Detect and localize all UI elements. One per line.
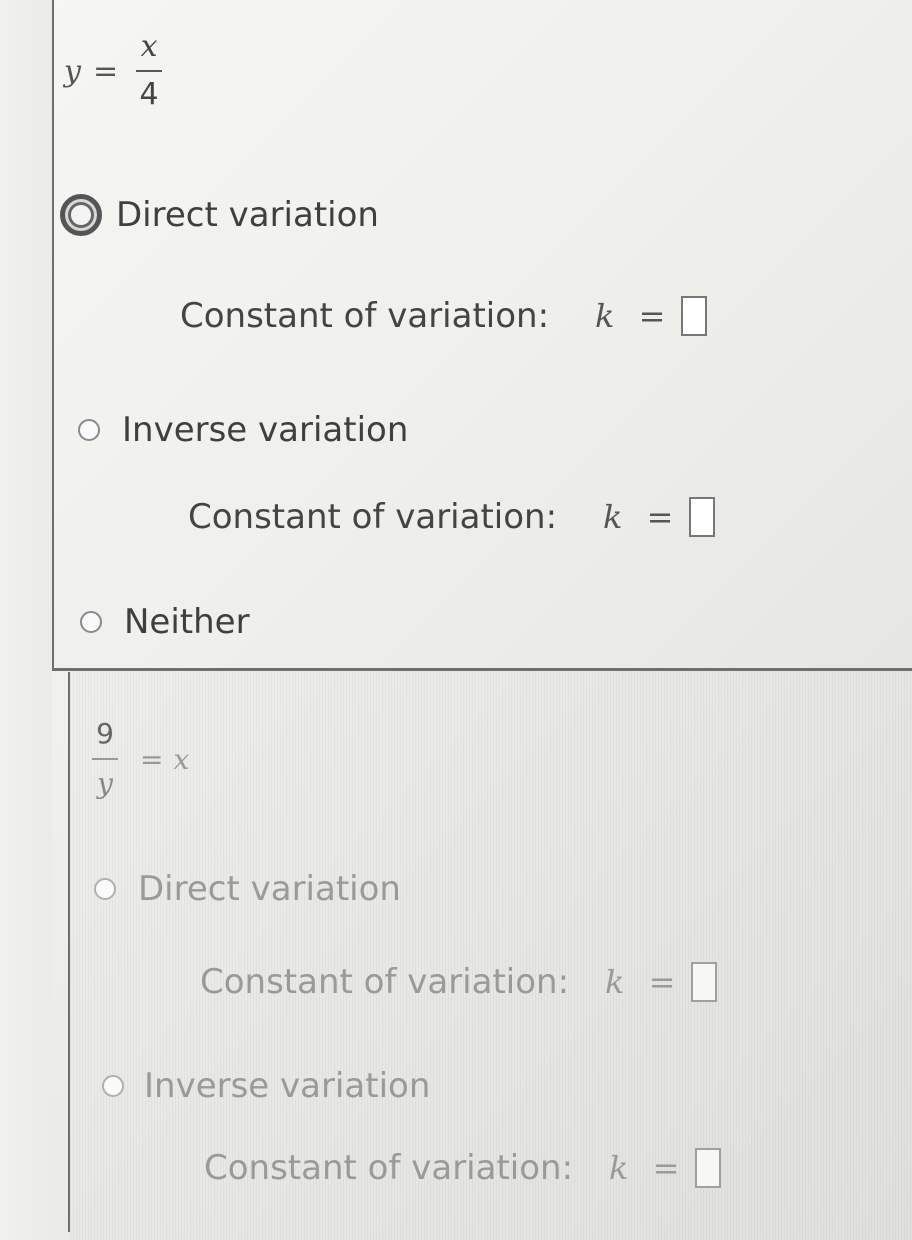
fraction-bar <box>92 758 118 760</box>
equation-1-lhs: y <box>64 53 81 89</box>
k-symbol: k <box>595 297 615 335</box>
option-direct-variation-2[interactable]: Direct variation <box>94 869 401 909</box>
radio-button[interactable] <box>94 878 116 900</box>
constant-label: Constant of variation: <box>188 497 558 537</box>
k-answer-input[interactable] <box>691 962 718 1002</box>
k-answer-input[interactable] <box>695 1148 722 1188</box>
option-neither-1[interactable]: Neither <box>80 602 250 642</box>
equation-2-fraction: 9 y <box>92 718 118 800</box>
equation-2-equals: = <box>140 742 164 776</box>
k-symbol: k <box>603 498 623 536</box>
constant-label: Constant of variation: <box>200 962 570 1002</box>
equals-sign: = <box>638 297 666 335</box>
equals-sign: = <box>648 963 676 1001</box>
radio-button[interactable] <box>80 611 102 633</box>
option-direct-variation-1[interactable]: Direct variation <box>60 194 379 236</box>
k-answer-input[interactable] <box>681 296 708 336</box>
fraction-bar <box>136 70 163 72</box>
radio-button-selected[interactable] <box>60 194 102 236</box>
constant-label: Constant of variation: <box>204 1148 574 1188</box>
option-inverse-variation-1[interactable]: Inverse variation <box>78 410 408 450</box>
constant-row-direct-1: Constant of variation: k = <box>180 296 708 336</box>
k-symbol: k <box>609 1149 629 1187</box>
option-inverse-variation-2[interactable]: Inverse variation <box>102 1066 430 1106</box>
k-equals: k = <box>605 963 675 1001</box>
k-equals: k = <box>609 1149 679 1187</box>
equation-1-equals: = <box>92 53 119 89</box>
constant-row-inverse-2: Constant of variation: k = <box>204 1148 722 1188</box>
equation-1-denominator: 4 <box>139 77 159 112</box>
k-symbol: k <box>605 963 625 1001</box>
k-answer-input[interactable] <box>689 497 716 537</box>
constant-row-inverse-1: Constant of variation: k = <box>188 497 716 537</box>
equals-sign: = <box>646 498 674 536</box>
radio-button[interactable] <box>102 1075 124 1097</box>
left-margin <box>0 0 52 1240</box>
equation-2-denominator: y <box>97 767 113 800</box>
k-equals: k = <box>595 297 665 335</box>
equation-1: y = x 4 <box>64 29 163 112</box>
equation-2-rhs: x <box>173 742 190 776</box>
constant-label: Constant of variation: <box>180 296 550 336</box>
option-label: Inverse variation <box>144 1066 431 1106</box>
option-label: Direct variation <box>116 195 379 235</box>
question-border-left <box>52 0 54 670</box>
question-2-border-left <box>68 672 70 1232</box>
equals-sign: = <box>652 1149 680 1187</box>
equation-1-fraction: x 4 <box>136 29 163 112</box>
option-label: Inverse variation <box>122 410 409 450</box>
k-equals: k = <box>603 498 673 536</box>
equation-2-numerator: 9 <box>96 717 114 750</box>
constant-row-direct-2: Constant of variation: k = <box>200 962 718 1002</box>
equation-1-numerator: x <box>140 29 158 64</box>
equation-2: 9 y = x <box>92 718 189 800</box>
option-label: Neither <box>124 602 250 642</box>
radio-button[interactable] <box>78 419 100 441</box>
option-label: Direct variation <box>138 869 401 909</box>
